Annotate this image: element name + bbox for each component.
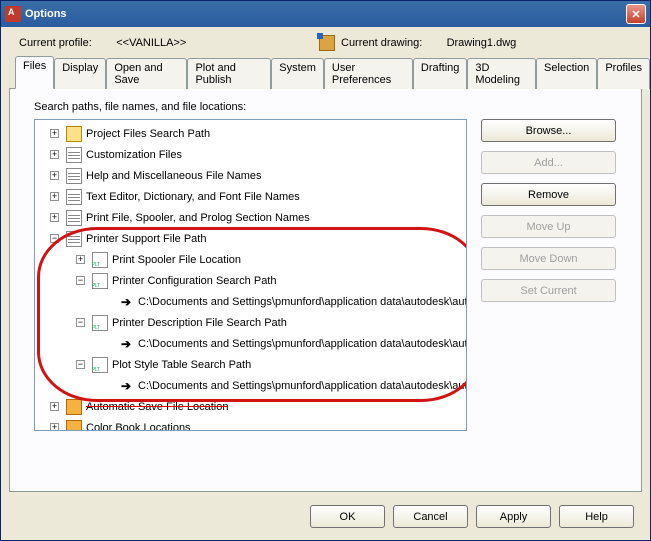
- tab-profiles[interactable]: Profiles: [597, 58, 650, 89]
- dialog-buttons: OK Cancel Apply Help: [310, 505, 634, 528]
- tree-node[interactable]: + Color Book Locations: [38, 417, 466, 430]
- expander-plus-icon[interactable]: +: [50, 129, 59, 138]
- apply-button[interactable]: Apply: [476, 505, 551, 528]
- tab-user-prefs[interactable]: User Preferences: [324, 58, 413, 89]
- path-tree[interactable]: + Project Files Search Path + Customizat…: [34, 119, 467, 431]
- expander-minus-icon[interactable]: −: [50, 234, 59, 243]
- move-down-button[interactable]: Move Down: [481, 247, 616, 270]
- tree-node[interactable]: + Automatic Save File Location: [38, 396, 466, 417]
- arrow-right-icon: ➔: [118, 336, 134, 352]
- tree-node[interactable]: ➔ C:\Documents and Settings\pmunford\app…: [38, 333, 466, 354]
- expander-plus-icon[interactable]: +: [50, 213, 59, 222]
- header-row: Current profile: <<VANILLA>> Current dra…: [1, 27, 650, 55]
- tab-strip: Files Display Open and Save Plot and Pub…: [1, 56, 650, 89]
- options-dialog: Options ✕ Current profile: <<VANILLA>> C…: [0, 0, 651, 541]
- tree-node[interactable]: + Help and Miscellaneous File Names: [38, 165, 466, 186]
- ok-button[interactable]: OK: [310, 505, 385, 528]
- tab-display[interactable]: Display: [54, 58, 106, 89]
- tree-node[interactable]: + Text Editor, Dictionary, and Font File…: [38, 186, 466, 207]
- arrow-right-icon: ➔: [118, 294, 134, 310]
- panel-label: Search paths, file names, and file locat…: [34, 101, 631, 113]
- tab-system[interactable]: System: [271, 58, 324, 89]
- sheet-icon: [66, 189, 82, 205]
- tab-selection[interactable]: Selection: [536, 58, 597, 89]
- drawing-icon: [319, 35, 335, 51]
- plt-icon: [92, 315, 108, 331]
- remove-button[interactable]: Remove: [481, 183, 616, 206]
- profile-value: <<VANILLA>>: [116, 37, 186, 49]
- folder-icon: [66, 126, 82, 142]
- drawing-value: Drawing1.dwg: [447, 37, 517, 49]
- browse-button[interactable]: Browse...: [481, 119, 616, 142]
- tab-drafting[interactable]: Drafting: [413, 58, 468, 89]
- plt-icon: [92, 357, 108, 373]
- tree-node[interactable]: − Printer Description File Search Path: [38, 312, 466, 333]
- tree-node[interactable]: + Project Files Search Path: [38, 123, 466, 144]
- expander-plus-icon[interactable]: +: [50, 150, 59, 159]
- expander-minus-icon[interactable]: −: [76, 318, 85, 327]
- tree-node[interactable]: ➔ C:\Documents and Settings\pmunford\app…: [38, 291, 466, 312]
- titlebar: Options ✕: [1, 1, 650, 27]
- app-icon: [5, 6, 21, 22]
- plt-icon: [92, 273, 108, 289]
- profile-label: Current profile:: [19, 37, 92, 49]
- expander-minus-icon[interactable]: −: [76, 360, 85, 369]
- tab-plot-publish[interactable]: Plot and Publish: [187, 58, 271, 89]
- sheet-icon: [66, 147, 82, 163]
- help-button[interactable]: Help: [559, 505, 634, 528]
- files-panel: Search paths, file names, and file locat…: [9, 88, 642, 492]
- tree-node[interactable]: − Printer Configuration Search Path: [38, 270, 466, 291]
- window-title: Options: [25, 8, 67, 20]
- close-button[interactable]: ✕: [626, 4, 646, 24]
- side-buttons: Browse... Add... Remove Move Up Move Dow…: [481, 119, 616, 431]
- plt-icon: [92, 252, 108, 268]
- tab-3d-modeling[interactable]: 3D Modeling: [467, 58, 536, 89]
- expander-plus-icon[interactable]: +: [76, 255, 85, 264]
- expander-minus-icon[interactable]: −: [76, 276, 85, 285]
- set-current-button[interactable]: Set Current: [481, 279, 616, 302]
- folder-icon: [66, 420, 82, 431]
- expander-plus-icon[interactable]: +: [50, 402, 59, 411]
- add-button[interactable]: Add...: [481, 151, 616, 174]
- tab-files[interactable]: Files: [15, 56, 54, 89]
- tree-node[interactable]: + Customization Files: [38, 144, 466, 165]
- tree-node[interactable]: ➔ C:\Documents and Settings\pmunford\app…: [38, 375, 466, 396]
- move-up-button[interactable]: Move Up: [481, 215, 616, 238]
- arrow-right-icon: ➔: [118, 378, 134, 394]
- drawing-label: Current drawing:: [341, 37, 422, 49]
- folder-icon: [66, 399, 82, 415]
- sheet-icon: [66, 168, 82, 184]
- tab-open-save[interactable]: Open and Save: [106, 58, 187, 89]
- tree-node[interactable]: + Print Spooler File Location: [38, 249, 466, 270]
- sheet-icon: [66, 210, 82, 226]
- expander-plus-icon[interactable]: +: [50, 171, 59, 180]
- sheet-icon: [66, 231, 82, 247]
- tree-node[interactable]: − Printer Support File Path: [38, 228, 466, 249]
- expander-plus-icon[interactable]: +: [50, 192, 59, 201]
- tree-node[interactable]: − Plot Style Table Search Path: [38, 354, 466, 375]
- cancel-button[interactable]: Cancel: [393, 505, 468, 528]
- expander-plus-icon[interactable]: +: [50, 423, 59, 430]
- tree-node[interactable]: + Print File, Spooler, and Prolog Sectio…: [38, 207, 466, 228]
